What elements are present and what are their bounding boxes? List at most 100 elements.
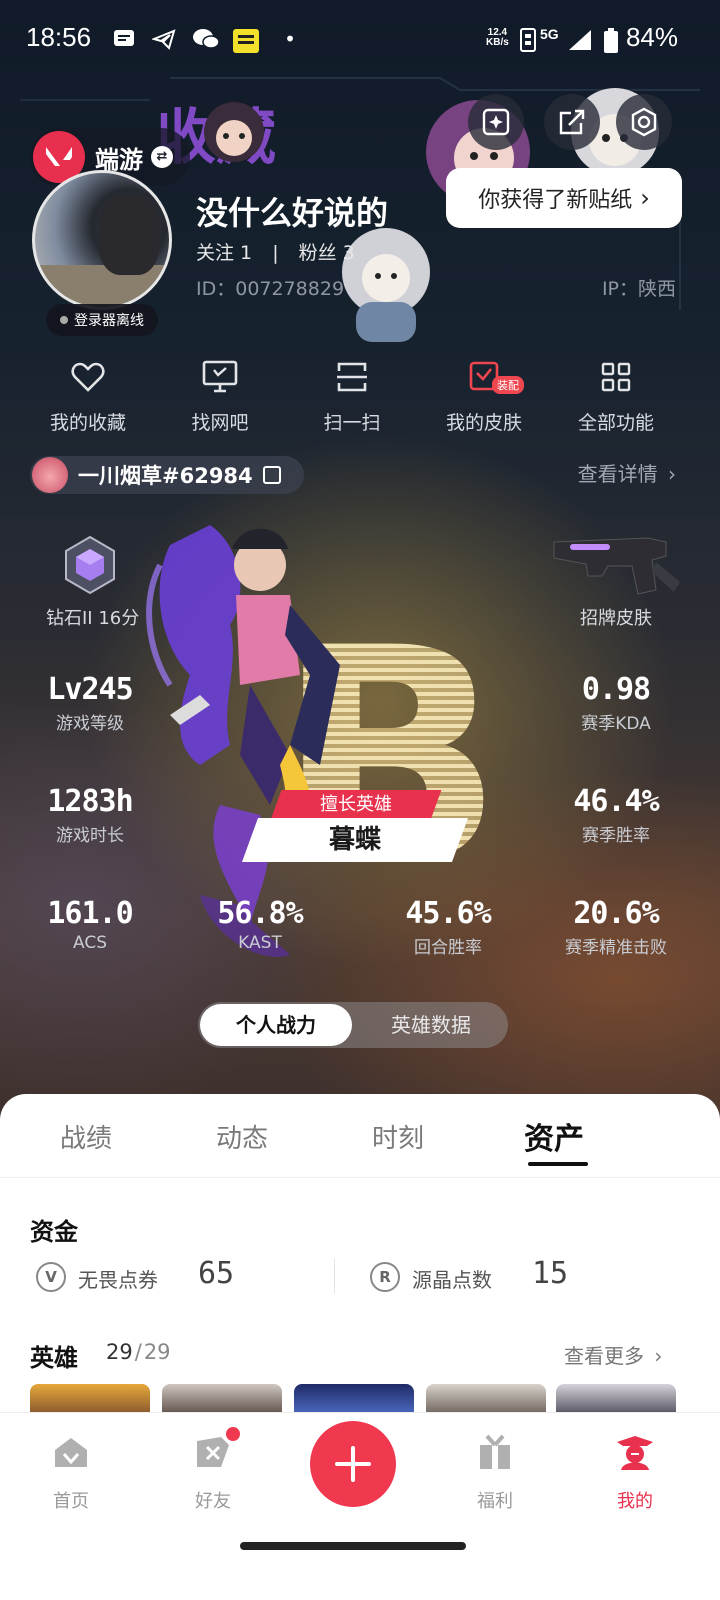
valorant-points-icon: V xyxy=(36,1262,66,1292)
quick-action-label: 找网吧 xyxy=(191,412,249,434)
battery-icon xyxy=(602,28,620,53)
stat-precise-kills-label: 赛季精准击败 xyxy=(565,938,667,958)
gift-icon xyxy=(480,1434,510,1469)
stat-season-winrate-value: 46.4% xyxy=(573,784,659,819)
weapon-skin-icon[interactable] xyxy=(548,532,688,600)
ip-location: IP：陕西 xyxy=(601,278,676,300)
wechat-icon xyxy=(192,28,220,50)
stat-kda-label: 赛季KDA xyxy=(581,714,651,734)
game-account-tag[interactable]: 一川烟草#62984 xyxy=(30,456,304,494)
best-hero-tag: 擅长英雄 xyxy=(270,790,442,820)
stat-season-winrate-label: 赛季胜率 xyxy=(582,826,650,846)
app-notification-icon xyxy=(232,28,260,53)
stat-play-time-label: 游戏时长 xyxy=(56,826,124,846)
tab-feed[interactable]: 动态 xyxy=(216,1118,268,1155)
offline-dot-icon xyxy=(60,316,68,324)
tab-record[interactable]: 战绩 xyxy=(60,1118,112,1155)
nav-home-label: 首页 xyxy=(53,1491,89,1512)
switch-icon: ⇄ xyxy=(151,146,173,168)
quick-action-internet-cafe[interactable]: 找网吧 xyxy=(160,356,280,435)
nav-friends[interactable]: 好友 xyxy=(168,1427,258,1513)
nav-home[interactable]: 首页 xyxy=(26,1431,116,1513)
sticker-button[interactable] xyxy=(468,94,524,150)
quick-action-label: 全部功能 xyxy=(577,412,654,434)
new-sticker-toast[interactable]: 你获得了新贴纸 › xyxy=(446,168,682,228)
stat-acs: 161.0 ACS xyxy=(10,896,170,953)
settings-button[interactable] xyxy=(616,94,672,150)
nav-friends-label: 好友 xyxy=(195,1491,231,1512)
profile-hero-background: 18:56 • 12.4 KB/s 5G 84% 端游 ⇄ 你获得了新贴纸 › … xyxy=(0,0,720,1140)
telegram-icon xyxy=(150,28,176,50)
segment-hero-data[interactable]: 英雄数据 xyxy=(356,1004,506,1046)
heroes-count-separator: / xyxy=(134,1340,142,1364)
rank-diamond-icon xyxy=(65,535,115,595)
stat-level-label: 游戏等级 xyxy=(56,714,124,734)
following-count[interactable]: 关注 1 xyxy=(196,242,252,264)
profile-icon xyxy=(617,1436,653,1470)
notification-icon xyxy=(112,28,136,50)
game-account-name: 一川烟草#62984 xyxy=(78,464,253,488)
stat-round-winrate: 45.6% 回合胜率 xyxy=(368,896,528,958)
tab-active-indicator xyxy=(528,1162,588,1166)
equip-badge: 装配 xyxy=(492,376,524,394)
heroes-total: 29 xyxy=(143,1340,171,1364)
quick-action-label: 我的皮肤 xyxy=(445,412,522,434)
share-button[interactable] xyxy=(544,94,600,150)
gear-icon xyxy=(631,107,657,137)
rank-label: 钻石II 16分 xyxy=(46,608,140,629)
copy-icon[interactable] xyxy=(262,466,281,484)
home-indicator xyxy=(240,1542,466,1550)
avatar[interactable] xyxy=(32,170,172,310)
radianite-points-icon: R xyxy=(370,1262,400,1292)
see-more-heroes-link[interactable]: 查看更多 › xyxy=(564,1340,662,1369)
stat-acs-label: ACS xyxy=(73,933,107,953)
view-details-link[interactable]: 查看详情 › xyxy=(578,458,676,487)
nav-me[interactable]: 我的 xyxy=(590,1431,680,1513)
heroes-count: 29/29 xyxy=(106,1340,171,1364)
more-notifications-dot-icon: • xyxy=(284,27,296,51)
quick-action-all-features[interactable]: 全部功能 xyxy=(556,356,676,435)
fans-count[interactable]: 粉丝 3 xyxy=(299,242,355,264)
game-avatar xyxy=(32,457,68,493)
tab-moments[interactable]: 时刻 xyxy=(372,1118,424,1155)
create-post-button[interactable] xyxy=(310,1421,396,1507)
network-speed-unit: KB/s xyxy=(486,37,509,48)
nav-welfare[interactable]: 福利 xyxy=(450,1431,540,1513)
quick-action-my-skins[interactable]: 装配 我的皮肤 xyxy=(424,356,544,435)
best-hero-name[interactable]: 暮蝶 xyxy=(241,818,469,862)
quick-action-favorites[interactable]: 我的收藏 xyxy=(28,356,148,435)
funds-title: 资金 xyxy=(30,1218,78,1246)
nav-me-label: 我的 xyxy=(617,1491,653,1512)
best-hero-tag-text: 擅长英雄 xyxy=(320,794,392,815)
notification-dot xyxy=(226,1427,240,1441)
content-tabs: 战绩 动态 时刻 资产 xyxy=(0,1094,720,1178)
radianite-points-label: 源晶点数 xyxy=(412,1268,492,1292)
stat-season-winrate: 46.4% 赛季胜率 xyxy=(536,784,696,846)
stat-kast: 56.8% KAST xyxy=(180,896,340,953)
quick-action-label: 我的收藏 xyxy=(49,412,126,434)
battery-percent: 84% xyxy=(625,22,678,52)
nav-welfare-label: 福利 xyxy=(477,1491,513,1512)
stat-acs-value: 161.0 xyxy=(47,896,133,931)
chevron-right-icon: › xyxy=(668,462,676,486)
toast-text: 你获得了新贴纸 xyxy=(478,188,633,213)
user-id: ID：007278829 xyxy=(196,278,345,300)
bottom-navigation: 首页 好友 福利 我的 xyxy=(0,1412,720,1600)
best-hero-name-text: 暮蝶 xyxy=(328,825,381,855)
data-icon xyxy=(516,28,540,52)
valorant-points-value: 65 xyxy=(198,1256,235,1291)
chevron-right-icon: › xyxy=(654,1344,663,1368)
share-icon xyxy=(559,109,585,135)
quick-action-scan[interactable]: 扫一扫 xyxy=(292,356,412,435)
heroes-title: 英雄 xyxy=(30,1344,78,1372)
scan-icon xyxy=(337,362,367,392)
follow-separator: | xyxy=(272,242,279,264)
view-details-label: 查看详情 xyxy=(577,462,658,486)
home-icon xyxy=(55,1438,87,1467)
stat-round-winrate-value: 45.6% xyxy=(405,896,491,931)
quick-action-label: 扫一扫 xyxy=(323,412,381,434)
segment-personal-power[interactable]: 个人战力 xyxy=(200,1004,352,1046)
stat-kast-value: 56.8% xyxy=(217,896,303,931)
tab-assets[interactable]: 资产 xyxy=(524,1114,584,1158)
valorant-points-label: 无畏点券 xyxy=(78,1268,158,1292)
